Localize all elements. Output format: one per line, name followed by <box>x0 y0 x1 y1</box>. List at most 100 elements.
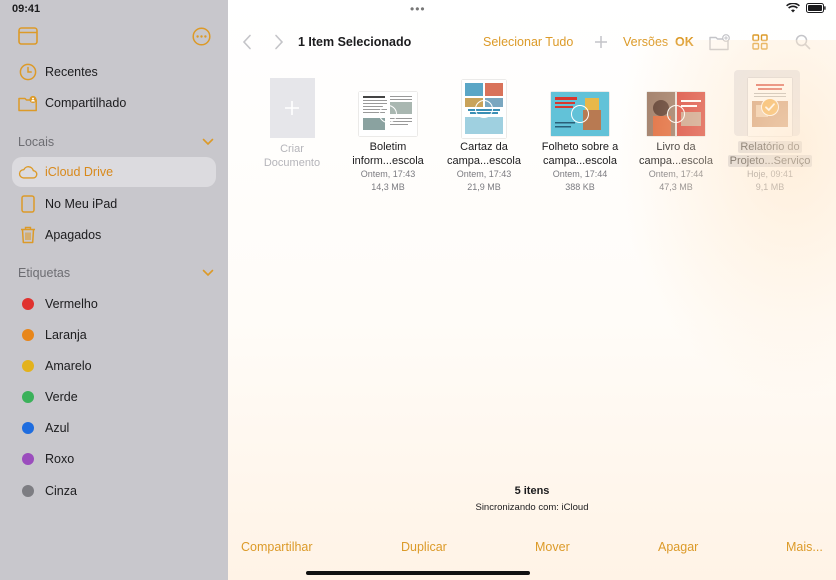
search-button[interactable] <box>795 30 811 54</box>
bottom-action-bar: Compartilhar Duplicar Mover Apagar Mais.… <box>228 540 836 558</box>
file-grid: Criar Documento Boletim inform...escola … <box>228 70 836 202</box>
select-all-button[interactable]: Selecionar Tudo <box>483 30 573 54</box>
main-content: 1 Item Selecionado Selecionar Tudo Versõ… <box>228 0 836 580</box>
sidebar-item-tag-3[interactable]: Verde <box>12 382 216 412</box>
file-size: 21,9 MB <box>467 182 501 192</box>
create-document-tile[interactable]: Criar Documento <box>244 72 340 170</box>
file-name-line: Documento <box>263 157 321 169</box>
trash-icon <box>18 225 38 245</box>
checkmark-icon[interactable] <box>761 98 779 116</box>
multitask-dots-icon[interactable]: ••• <box>410 2 426 16</box>
share-button[interactable]: Compartilhar <box>241 540 313 554</box>
search-icon <box>795 34 811 50</box>
add-button[interactable] <box>594 30 608 54</box>
more-options-icon[interactable] <box>192 27 211 46</box>
back-button[interactable] <box>242 30 252 54</box>
ipad-icon <box>18 194 38 214</box>
file-date: Ontem, 17:43 <box>456 169 512 179</box>
sidebar-item-label: Azul <box>45 421 70 435</box>
chevron-left-icon <box>242 34 251 50</box>
sidebar-item-recentes[interactable]: Recentes <box>12 57 216 87</box>
file-date: Ontem, 17:44 <box>648 169 704 179</box>
more-button[interactable]: Mais... <box>786 540 823 554</box>
sidebar: Recentes Compartilhado Locais iCloud Dri… <box>0 0 228 580</box>
selection-circle-icon[interactable] <box>379 105 397 123</box>
file-thumbnail[interactable] <box>436 72 532 138</box>
cloud-icon <box>18 162 38 182</box>
file-item[interactable]: Boletim inform...escola Ontem, 17:43 14,… <box>340 72 436 194</box>
new-folder-icon <box>709 33 730 50</box>
status-time: 09:41 <box>12 3 41 15</box>
sidebar-item-label: Compartilhado <box>45 96 127 110</box>
tag-color-dot-icon <box>22 329 34 341</box>
tag-color-dot-icon <box>22 360 34 372</box>
file-item[interactable]: Livro da campa...escola Ontem, 17:44 47,… <box>628 72 724 194</box>
sidebar-toggle-icon[interactable] <box>18 27 38 45</box>
status-indicators <box>786 3 826 13</box>
locations-section-header[interactable]: Locais <box>18 135 214 149</box>
plus-icon <box>595 36 607 48</box>
ok-button[interactable]: OK <box>675 30 694 54</box>
versions-button[interactable]: Versões <box>623 30 668 54</box>
chevron-down-icon[interactable] <box>202 269 214 277</box>
file-thumbnail[interactable] <box>532 72 628 138</box>
toolbar: 1 Item Selecionado Selecionar Tudo Versõ… <box>228 30 836 54</box>
file-thumbnail[interactable] <box>340 72 436 138</box>
sidebar-item-label: Vermelho <box>45 297 98 311</box>
file-date: Hoje, 09:41 <box>746 169 794 179</box>
file-item-selected[interactable]: Relatório do Projeto...Serviço Hoje, 09:… <box>722 70 818 194</box>
file-thumbnail[interactable] <box>628 72 724 138</box>
item-count: 5 itens <box>514 485 550 497</box>
grid-icon <box>752 34 768 50</box>
file-name-line: Projeto...Serviço <box>722 154 818 168</box>
selection-circle-icon[interactable] <box>475 100 493 118</box>
file-thumbnail[interactable] <box>722 72 818 138</box>
duplicate-button[interactable]: Duplicar <box>401 540 447 554</box>
create-document-thumb[interactable] <box>244 72 340 138</box>
page-title: 1 Item Selecionado <box>298 35 412 49</box>
sidebar-item-tag-0[interactable]: Vermelho <box>12 289 216 319</box>
sidebar-item-compartilhado[interactable]: Compartilhado <box>12 88 216 118</box>
battery-icon <box>806 3 826 13</box>
file-date: Ontem, 17:44 <box>552 169 608 179</box>
file-size: 388 KB <box>565 182 595 192</box>
file-name-line: campa...escola <box>543 155 617 167</box>
file-size: 9,1 MB <box>755 182 785 192</box>
new-folder-button[interactable] <box>709 30 731 54</box>
file-name-line: Cartaz da <box>460 141 508 153</box>
sidebar-item-label: Recentes <box>45 65 98 79</box>
home-indicator[interactable] <box>306 571 530 575</box>
selection-circle-icon[interactable] <box>571 105 589 123</box>
sidebar-item-apagados[interactable]: Apagados <box>12 220 216 250</box>
sidebar-item-icloud-drive[interactable]: iCloud Drive <box>12 157 216 187</box>
delete-button[interactable]: Apagar <box>658 540 698 554</box>
grid-view-button[interactable] <box>752 30 768 54</box>
sidebar-item-tag-2[interactable]: Amarelo <box>12 351 216 381</box>
sidebar-item-tag-1[interactable]: Laranja <box>12 320 216 350</box>
sidebar-item-tag-6[interactable]: Cinza <box>12 476 216 506</box>
move-button[interactable]: Mover <box>535 540 570 554</box>
file-item[interactable]: Cartaz da campa...escola Ontem, 17:43 21… <box>436 72 532 194</box>
file-date: Ontem, 17:43 <box>360 169 416 179</box>
sidebar-item-label: Verde <box>45 390 78 404</box>
tag-color-dot-icon <box>22 485 34 497</box>
sidebar-item-label: Laranja <box>45 328 87 342</box>
file-name-text: Projeto...Serviço <box>727 155 813 167</box>
tags-section-header[interactable]: Etiquetas <box>18 266 214 280</box>
sidebar-item-tag-5[interactable]: Roxo <box>12 444 216 474</box>
sidebar-item-no-meu-ipad[interactable]: No Meu iPad <box>12 189 216 219</box>
file-name-text: Relatório do <box>738 141 802 153</box>
file-item[interactable]: Folheto sobre a campa...escola Ontem, 17… <box>532 72 628 194</box>
sidebar-item-tag-4[interactable]: Azul <box>12 413 216 443</box>
selection-circle-icon[interactable] <box>667 105 685 123</box>
forward-button[interactable] <box>274 30 284 54</box>
section-title: Etiquetas <box>18 266 71 280</box>
shared-folder-icon <box>18 93 38 113</box>
file-name-line: Boletim <box>369 141 407 153</box>
clock-icon <box>18 62 38 82</box>
chevron-down-icon[interactable] <box>202 138 214 146</box>
file-size: 14,3 MB <box>371 182 405 192</box>
file-name-line: Folheto sobre a <box>541 141 619 153</box>
wifi-icon <box>786 3 800 13</box>
sidebar-item-label: No Meu iPad <box>45 197 118 211</box>
